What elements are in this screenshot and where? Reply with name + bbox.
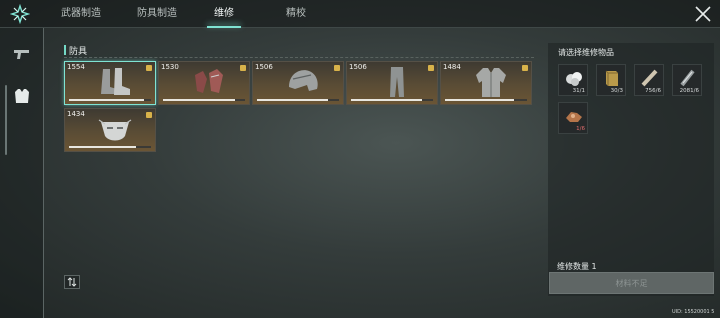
- item-badge-icon: [428, 65, 434, 71]
- material-count: 756/6: [645, 88, 661, 94]
- item-value: 1484: [443, 63, 461, 71]
- armor-item-card[interactable]: 1484: [440, 61, 532, 105]
- category-sidebar: [0, 28, 44, 318]
- item-badge-icon: [522, 65, 528, 71]
- material-slot[interactable]: 31/1: [558, 64, 588, 96]
- top-nav-bar: 武器制造 防具制造 维修 精校: [0, 0, 720, 28]
- tab-calibration[interactable]: 精校: [272, 0, 320, 28]
- section-title: 防具: [64, 44, 87, 57]
- armor-item-card[interactable]: 1506: [252, 61, 344, 105]
- material-slot[interactable]: 2081/6: [672, 64, 702, 96]
- vest-icon: [15, 89, 29, 103]
- material-count: 31/1: [572, 88, 585, 94]
- material-count: 2081/6: [679, 88, 699, 94]
- sort-button[interactable]: [64, 275, 80, 289]
- item-badge-icon: [334, 65, 340, 71]
- durability-bar: [163, 99, 245, 101]
- armor-item-card[interactable]: 1434: [64, 108, 156, 152]
- tab-repair[interactable]: 维修: [200, 0, 248, 28]
- panel-title: 请选择维修物品: [558, 48, 614, 57]
- durability-bar: [445, 99, 527, 101]
- sidebar-item-armor[interactable]: [7, 82, 37, 110]
- ore-icon: [566, 112, 582, 122]
- durability-bar: [69, 146, 151, 148]
- close-icon[interactable]: [692, 3, 714, 25]
- item-value: 1554: [67, 63, 85, 71]
- item-badge-icon: [146, 112, 152, 118]
- materials-grid: 31/1 30/3 756/6 2081/6 1/6: [558, 64, 708, 134]
- item-value: 1434: [67, 110, 85, 118]
- repair-materials-panel: 请选择维修物品 31/1 30/3 756/6 2081/6 1/6: [548, 43, 714, 296]
- game-logo-icon: [10, 4, 30, 24]
- helmet-icon: [289, 70, 318, 91]
- jacket-icon: [476, 68, 506, 97]
- sidebar-item-weapons[interactable]: [7, 40, 37, 68]
- tab-armor-crafting[interactable]: 防具制造: [126, 0, 188, 28]
- steel-bar-icon: [680, 69, 695, 87]
- material-slot[interactable]: 756/6: [634, 64, 664, 96]
- uid-label: UID: 15520001 5: [672, 309, 715, 315]
- item-badge-icon: [146, 65, 152, 71]
- mask-icon: [98, 119, 132, 141]
- repair-quantity-label: 维修数量 1: [557, 262, 597, 271]
- gloves-icon: [195, 69, 223, 93]
- durability-bar: [351, 99, 433, 101]
- armor-item-card[interactable]: 1506: [346, 61, 438, 105]
- armor-item-grid: 1554 1530 1506 1506 1484 1434: [64, 61, 544, 152]
- rod-icon: [641, 69, 658, 87]
- boots-icon: [101, 68, 130, 95]
- tab-weapon-crafting[interactable]: 武器制造: [50, 0, 112, 28]
- material-count: 30/3: [610, 88, 623, 94]
- armor-item-card[interactable]: 1554: [64, 61, 156, 105]
- material-count: 1/6: [576, 126, 585, 132]
- gold-block-icon: [605, 70, 618, 86]
- item-value: 1506: [255, 63, 273, 71]
- crystal-icon: [566, 72, 582, 86]
- durability-bar: [69, 99, 151, 101]
- pistol-icon: [14, 50, 29, 59]
- armor-item-card[interactable]: 1530: [158, 61, 250, 105]
- item-value: 1506: [349, 63, 367, 71]
- item-value: 1530: [161, 63, 179, 71]
- section-divider: [64, 57, 534, 58]
- durability-bar: [257, 99, 339, 101]
- material-slot[interactable]: 30/3: [596, 64, 626, 96]
- pants-icon: [390, 67, 404, 97]
- insufficient-materials-button[interactable]: 材料不足: [549, 272, 714, 294]
- material-slot[interactable]: 1/6: [558, 102, 588, 134]
- sort-icon: [67, 277, 77, 287]
- item-badge-icon: [240, 65, 246, 71]
